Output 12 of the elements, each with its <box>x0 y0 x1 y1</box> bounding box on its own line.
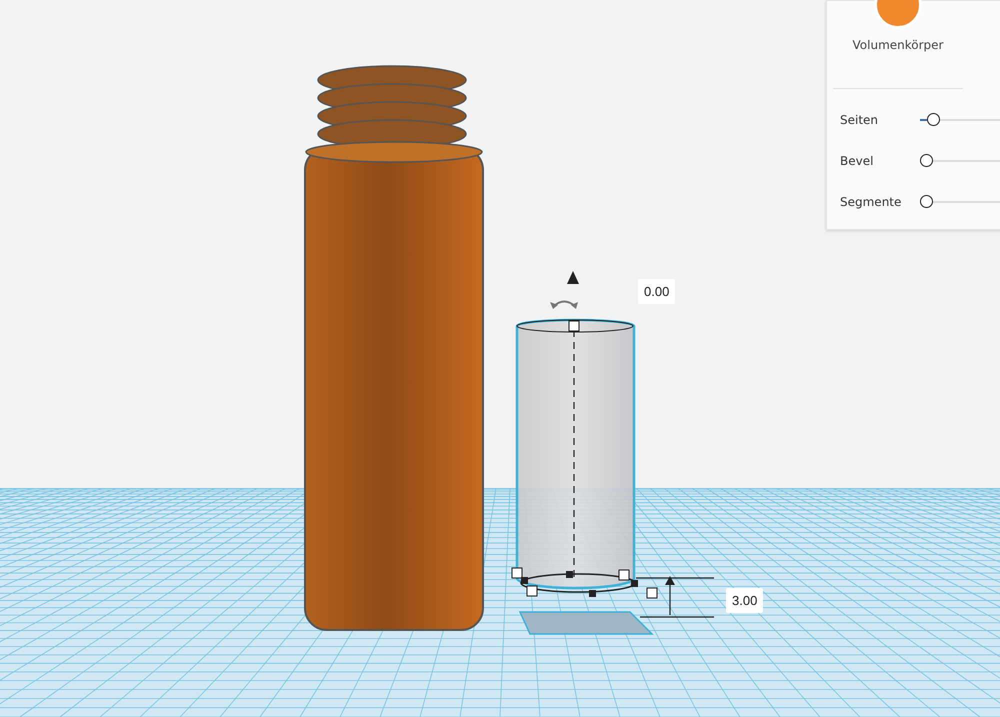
slider-thumb[interactable] <box>920 154 933 167</box>
slider-label: Bevel <box>840 154 874 168</box>
slider-thumb[interactable] <box>927 113 940 126</box>
dimension-value-label[interactable]: 0.00 <box>638 279 676 304</box>
slider-thumb[interactable] <box>920 195 933 208</box>
resize-handles-drawing[interactable] <box>512 320 658 598</box>
lift-arrow-icon[interactable] <box>567 271 579 284</box>
slider-label: Segmente <box>840 194 902 208</box>
solid-label[interactable]: Volumenkörper <box>852 38 944 52</box>
dimension-value-label[interactable]: 3.00 <box>726 588 764 613</box>
slider-label: Seiten <box>840 112 880 126</box>
rotate-arrow-icon[interactable] <box>550 300 578 309</box>
